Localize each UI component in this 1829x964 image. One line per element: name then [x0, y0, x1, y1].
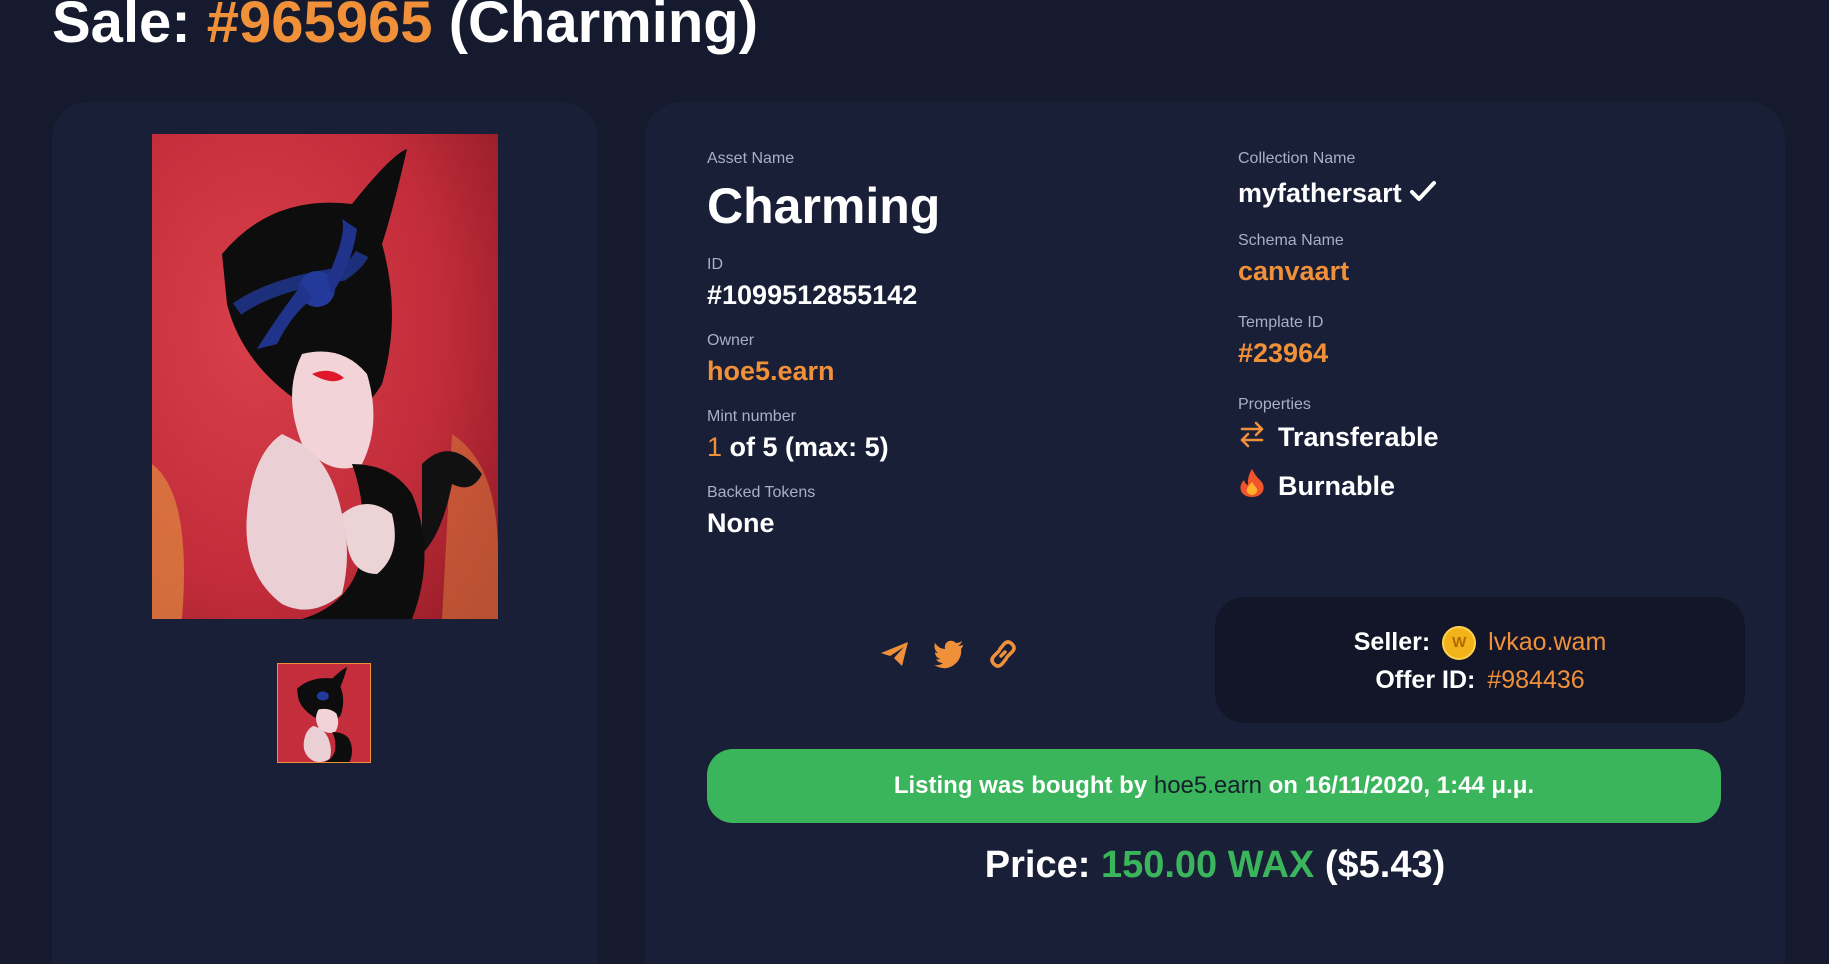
property-burnable: Burnable — [1238, 468, 1395, 505]
asset-name: Charming — [707, 178, 941, 234]
wax-coin-letter: W — [1452, 634, 1467, 651]
image-card — [52, 102, 598, 964]
link-icon[interactable] — [986, 637, 1020, 671]
backed-tokens: None — [707, 508, 775, 538]
mint-number-total: of 5 (max: 5) — [729, 432, 889, 462]
bought-prefix: Listing was bought by — [893, 772, 1148, 799]
seller-link[interactable]: lvkao.wam — [1488, 628, 1606, 657]
seller-label: Seller: — [1353, 628, 1431, 656]
schema-link[interactable]: canvaart — [1238, 256, 1349, 287]
buyer-link[interactable]: hoe5.earn — [1154, 772, 1262, 800]
offer-id-link[interactable]: #984436 — [1487, 666, 1584, 695]
collection-name-text: myfathersart — [1238, 178, 1402, 208]
mint-label: Mint number — [707, 408, 796, 425]
collection-label: Collection Name — [1238, 150, 1356, 167]
offer-label: Offer ID: — [1375, 665, 1476, 694]
template-label: Template ID — [1238, 314, 1324, 331]
schema-label: Schema Name — [1238, 232, 1344, 249]
seller-line: Seller: W lvkao.wam — [1353, 625, 1606, 660]
price-line: Price: 150.00 WAX ($5.43) — [645, 844, 1785, 887]
price-amount: 150.00 WAX — [1100, 844, 1315, 886]
asset-name-label: Asset Name — [707, 150, 795, 167]
property-transferable-label: Transferable — [1278, 422, 1439, 452]
wax-coin-icon: W — [1442, 625, 1477, 660]
title-prefix: Sale: — [52, 0, 191, 55]
template-link[interactable]: #23964 — [1238, 338, 1328, 369]
backed-tokens-label: Backed Tokens — [707, 484, 816, 501]
title-asset: (Charming) — [448, 0, 759, 55]
owner-label: Owner — [707, 332, 755, 349]
asset-id: #1099512855142 — [707, 280, 918, 310]
sale-page: Sale: #965965 (Charming) Asset Name Char… — [0, 0, 1829, 964]
price-usd: ($5.43) — [1324, 844, 1446, 886]
collection-name[interactable]: myfathersart — [1238, 178, 1436, 209]
bought-suffix: on 16/11/2020, 1:44 μ.μ. — [1268, 772, 1535, 799]
share-icons — [878, 637, 1020, 671]
bought-banner: Listing was bought by hoe5.earn on 16/11… — [707, 749, 1721, 823]
thumbnail-image[interactable] — [277, 663, 371, 763]
offer-line: Offer ID: #984436 — [1375, 666, 1584, 695]
telegram-icon[interactable] — [878, 637, 912, 671]
id-label: ID — [707, 256, 723, 273]
verified-check-icon — [1409, 178, 1436, 209]
mint-number-value: 1 — [707, 432, 723, 462]
owner-link[interactable]: hoe5.earn — [707, 356, 835, 387]
seller-box: Seller: W lvkao.wam Offer ID: #984436 — [1215, 597, 1745, 723]
sale-id: #965965 — [206, 0, 433, 55]
property-transferable: Transferable — [1238, 420, 1439, 455]
properties-label: Properties — [1238, 396, 1311, 413]
transfer-arrows-icon — [1238, 420, 1266, 455]
mint-number: 1 of 5 (max: 5) — [707, 432, 889, 463]
fire-icon — [1238, 468, 1266, 505]
property-burnable-label: Burnable — [1278, 471, 1396, 501]
page-title: Sale: #965965 (Charming) — [52, 0, 758, 58]
asset-image[interactable] — [152, 134, 498, 619]
twitter-icon[interactable] — [932, 637, 966, 671]
details-card: Asset Name Charming ID #1099512855142 Ow… — [645, 102, 1785, 964]
price-label: Price: — [984, 844, 1091, 886]
